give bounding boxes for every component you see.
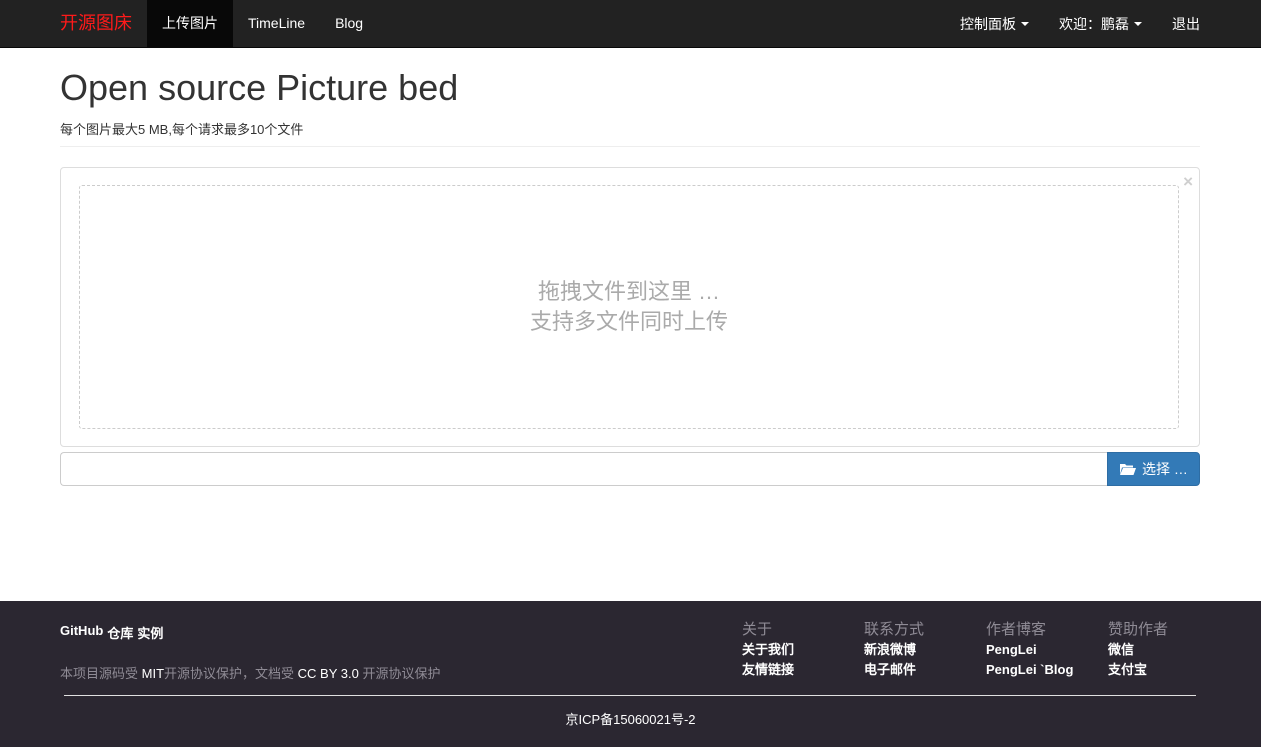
cc-license-link[interactable]: CC BY 3.0 xyxy=(298,666,359,681)
penglei-link[interactable]: PengLei xyxy=(986,640,1096,660)
logout-link[interactable]: 退出 xyxy=(1157,0,1200,47)
wechat-link[interactable]: 微信 xyxy=(1108,640,1218,660)
page-title: Open source Picture bed xyxy=(60,67,459,108)
control-panel-dropdown[interactable]: 控制面板 xyxy=(945,0,1044,47)
friend-links-link[interactable]: 友情链接 xyxy=(742,660,852,680)
about-us-link[interactable]: 关于我们 xyxy=(742,640,852,660)
nav-blog[interactable]: Blog xyxy=(320,0,378,47)
folder-open-icon xyxy=(1119,462,1137,476)
alipay-link[interactable]: 支付宝 xyxy=(1108,660,1218,680)
browse-button[interactable]: 选择 … xyxy=(1107,452,1200,486)
footer-col-title: 赞助作者 xyxy=(1108,621,1169,638)
license-part-1: 本项目源码受 xyxy=(60,666,142,681)
file-input-group: 选择 … xyxy=(60,452,1200,486)
penglei-blog-link[interactable]: PengLei `Blog xyxy=(986,660,1096,680)
welcome-label: 欢迎：鹏磊 xyxy=(1059,15,1129,32)
brand-logo[interactable]: 开源图床 xyxy=(60,0,132,47)
caret-down-icon xyxy=(1134,21,1142,26)
footer-divider xyxy=(64,695,1196,696)
nav-left: 上传图片 TimeLine Blog xyxy=(147,0,378,47)
upload-limits-text: 每个图片最大5 MB,每个请求最多10个文件 xyxy=(60,122,304,137)
footer-col-about: 关于 关于我们 友情链接 xyxy=(742,620,852,680)
license-part-2: 开源协议保护，文档受 xyxy=(164,666,298,681)
site-footer: GitHub 仓库 实例 本项目源码受 MIT开源协议保护，文档受 CC BY … xyxy=(0,601,1261,747)
nav-right: 控制面板 欢迎：鹏磊 退出 xyxy=(945,0,1200,47)
nav-upload-image[interactable]: 上传图片 xyxy=(147,0,233,47)
caret-down-icon xyxy=(1021,21,1029,26)
close-icon[interactable]: × xyxy=(1183,173,1193,191)
header-divider xyxy=(60,146,1200,147)
browse-label: 选择 … xyxy=(1142,461,1188,477)
github-link[interactable]: GitHub xyxy=(60,623,103,642)
icp-record[interactable]: 京ICP备15060021号-2 xyxy=(0,709,1261,728)
mit-license-link[interactable]: MIT xyxy=(142,666,164,681)
file-drop-zone[interactable]: 拖拽文件到这里 … 支持多文件同时上传 xyxy=(79,185,1179,429)
footer-col-sponsor: 赞助作者 微信 支付宝 xyxy=(1108,620,1218,680)
file-caption-input[interactable] xyxy=(60,452,1107,486)
footer-repo-links: GitHub 仓库 实例 xyxy=(60,623,163,642)
email-link[interactable]: 电子邮件 xyxy=(864,660,974,680)
footer-col-title: 关于 xyxy=(742,621,773,638)
weibo-link[interactable]: 新浪微博 xyxy=(864,640,974,660)
upload-panel: × 拖拽文件到这里 … 支持多文件同时上传 xyxy=(60,167,1200,447)
demo-link[interactable]: 实例 xyxy=(137,623,163,642)
repo-link[interactable]: 仓库 xyxy=(107,623,133,642)
drop-zone-hint-secondary: 支持多文件同时上传 xyxy=(529,309,728,334)
footer-col-title: 联系方式 xyxy=(864,621,925,638)
license-part-3: 开源协议保护 xyxy=(358,666,441,681)
top-navbar: 开源图床 上传图片 TimeLine Blog 控制面板 欢迎：鹏磊 退出 xyxy=(0,0,1261,48)
logout-label: 退出 xyxy=(1172,15,1200,32)
footer-col-blog: 作者博客 PengLei PengLei `Blog xyxy=(986,620,1096,680)
license-text: 本项目源码受 MIT开源协议保护，文档受 CC BY 3.0 开源协议保护 xyxy=(60,663,440,682)
drop-zone-hint-primary: 拖拽文件到这里 … xyxy=(537,279,721,304)
footer-col-title: 作者博客 xyxy=(986,621,1047,638)
control-panel-label: 控制面板 xyxy=(960,15,1016,32)
user-menu-dropdown[interactable]: 欢迎：鹏磊 xyxy=(1044,0,1157,47)
nav-timeline[interactable]: TimeLine xyxy=(233,0,320,47)
footer-col-contact: 联系方式 新浪微博 电子邮件 xyxy=(864,620,974,680)
